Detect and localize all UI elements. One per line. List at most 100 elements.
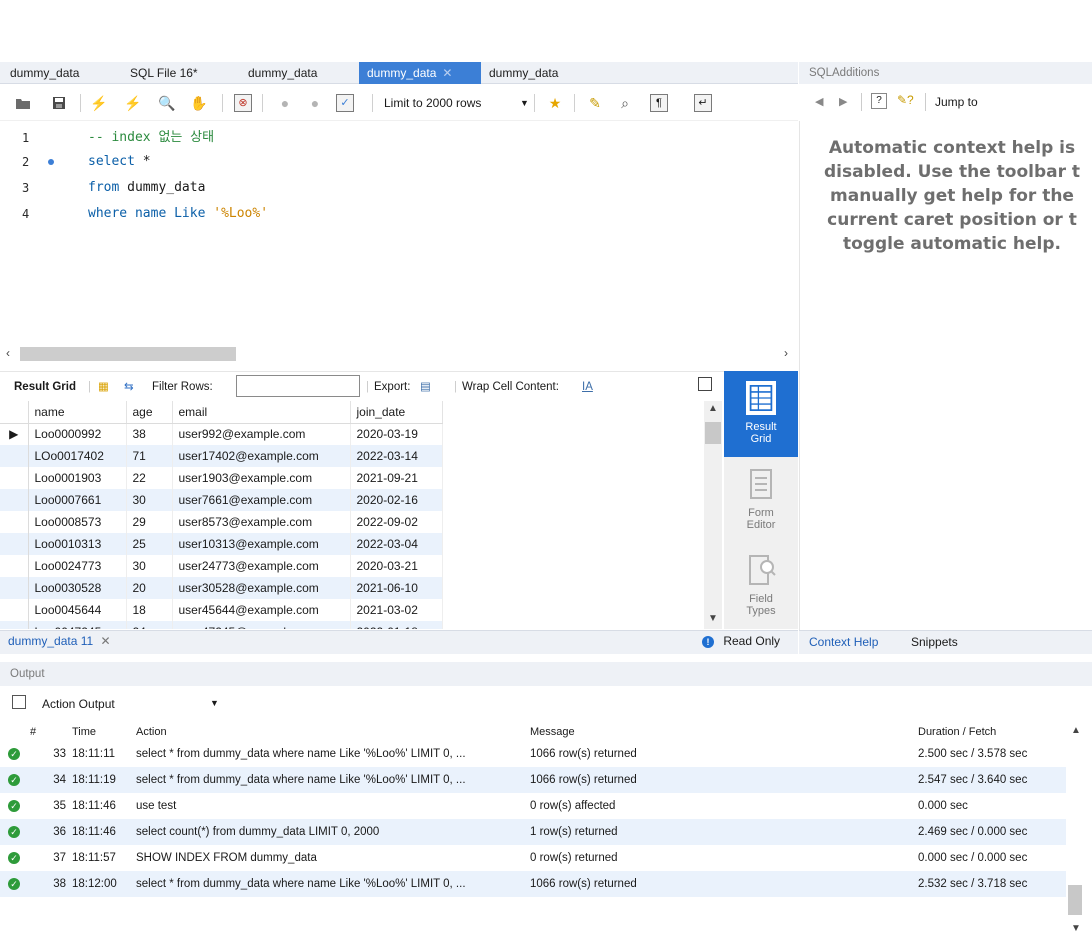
cell[interactable]: Loo0007661 xyxy=(28,489,127,511)
invisible-chars-icon[interactable]: ¶ xyxy=(650,94,668,112)
chevron-down-icon[interactable]: ▼ xyxy=(708,613,718,624)
beautify-icon[interactable]: ✎ xyxy=(586,94,604,112)
cell[interactable]: 71 xyxy=(126,445,173,467)
cell[interactable]: Loo0008573 xyxy=(28,511,127,533)
cell[interactable]: Loo0045644 xyxy=(28,599,127,621)
export-icon[interactable]: ▤ xyxy=(420,379,431,395)
result-grid-view-button[interactable]: Result Grid xyxy=(724,371,798,457)
table-row[interactable]: Loo0001903 22 user1903@example.com 2021-… xyxy=(0,467,443,489)
copy-icon[interactable] xyxy=(12,695,26,709)
chevron-left-icon[interactable]: ‹ xyxy=(6,346,10,360)
scrollbar-thumb[interactable] xyxy=(705,422,721,444)
forward-icon[interactable]: ▶ xyxy=(839,95,847,108)
column-header-time[interactable]: Time xyxy=(72,723,136,741)
cell[interactable]: 22 xyxy=(126,467,173,489)
cell[interactable]: 25 xyxy=(126,533,173,555)
editor-horizontal-scrollbar[interactable]: ‹ › xyxy=(0,344,798,364)
close-icon[interactable]: ✕ xyxy=(442,66,452,80)
cell[interactable]: Loo0024773 xyxy=(28,555,127,577)
cell[interactable]: 2021-09-21 xyxy=(350,467,443,489)
result-grid[interactable]: name age email join_date ▶ Loo0000992 38… xyxy=(0,401,704,629)
wrap-cell-icon[interactable]: IA xyxy=(582,379,593,395)
grid-view-icon[interactable]: ▦ xyxy=(98,379,109,395)
cell[interactable]: 2021-06-10 xyxy=(350,577,443,599)
output-type-select[interactable]: Action Output xyxy=(42,697,115,711)
chevron-up-icon[interactable]: ▲ xyxy=(708,403,718,414)
cell[interactable]: 38 xyxy=(126,423,173,445)
cell[interactable]: 2020-03-21 xyxy=(350,555,443,577)
output-row[interactable]: ✓ 38 18:12:00 select * from dummy_data w… xyxy=(0,871,1066,897)
editor-tab[interactable]: SQL File 16* xyxy=(122,62,206,84)
sql-editor[interactable]: 1 -- index 없는 상태 2 select * 3 from dummy… xyxy=(0,121,798,343)
find-icon[interactable]: ⌕ xyxy=(616,94,634,112)
filter-rows-input[interactable] xyxy=(236,375,360,397)
table-row[interactable]: Loo0008573 29 user8573@example.com 2022-… xyxy=(0,511,443,533)
column-header-name[interactable]: name xyxy=(28,401,127,424)
cell[interactable]: user17402@example.com xyxy=(172,445,351,467)
cell[interactable]: user47245@example.com xyxy=(172,621,351,629)
back-icon[interactable]: ◀ xyxy=(815,95,823,108)
output-vertical-scrollbar[interactable]: ▲ ▼ xyxy=(1066,723,1086,942)
cell[interactable]: 2022-09-02 xyxy=(350,511,443,533)
editor-tab-active[interactable]: dummy_data ✕ xyxy=(359,62,481,84)
cell[interactable]: 2020-03-19 xyxy=(350,423,443,445)
cell[interactable]: user24773@example.com xyxy=(172,555,351,577)
editor-tab[interactable]: dummy_data xyxy=(240,62,325,84)
cell[interactable]: user992@example.com xyxy=(172,423,351,445)
execute-current-icon[interactable]: ⚡ xyxy=(124,94,142,112)
result-tab[interactable]: dummy_data 11 ✕ xyxy=(8,634,111,648)
cell[interactable]: LOo0017402 xyxy=(28,445,127,467)
chevron-down-icon[interactable]: ▼ xyxy=(1071,923,1081,934)
explain-icon[interactable]: 🔍 xyxy=(158,94,176,112)
cell[interactable]: Loo0010313 xyxy=(28,533,127,555)
column-header-duration[interactable]: Duration / Fetch xyxy=(918,723,1066,741)
save-icon[interactable] xyxy=(50,94,68,112)
scrollbar-thumb[interactable] xyxy=(20,347,236,361)
cell[interactable]: user45644@example.com xyxy=(172,599,351,621)
grid-vertical-scrollbar[interactable]: ▲ ▼ xyxy=(704,401,722,629)
output-row[interactable]: ✓ 35 18:11:46 use test 0 row(s) affected… xyxy=(0,793,1066,819)
cell[interactable]: 2020-02-16 xyxy=(350,489,443,511)
table-row[interactable]: LOo0017402 71 user17402@example.com 2022… xyxy=(0,445,443,467)
column-header-join-date[interactable]: join_date xyxy=(350,401,443,424)
editor-tab[interactable]: dummy_data xyxy=(481,62,566,84)
cell[interactable]: 20 xyxy=(126,577,173,599)
cell[interactable]: 2022-03-04 xyxy=(350,533,443,555)
output-row[interactable]: ✓ 37 18:11:57 SHOW INDEX FROM dummy_data… xyxy=(0,845,1066,871)
chevron-right-icon[interactable]: › xyxy=(784,346,788,360)
table-row[interactable]: Loo0045644 18 user45644@example.com 2021… xyxy=(0,599,443,621)
stop-icon[interactable]: ✋ xyxy=(190,94,208,112)
cell[interactable]: user10313@example.com xyxy=(172,533,351,555)
table-row[interactable]: Loo0030528 20 user30528@example.com 2021… xyxy=(0,577,443,599)
cell[interactable]: user8573@example.com xyxy=(172,511,351,533)
table-row[interactable]: Loo0010313 25 user10313@example.com 2022… xyxy=(0,533,443,555)
cell[interactable]: 24 xyxy=(126,621,173,629)
cell[interactable]: Loo0001903 xyxy=(28,467,127,489)
column-header-number[interactable]: # xyxy=(30,723,72,741)
cell[interactable]: 2022-01-18 xyxy=(350,621,443,629)
chevron-down-icon[interactable]: ▼ xyxy=(520,94,529,112)
cell[interactable]: 18 xyxy=(126,599,173,621)
column-header-message[interactable]: Message xyxy=(530,723,918,741)
tab-snippets[interactable]: Snippets xyxy=(911,635,958,649)
cell[interactable]: user1903@example.com xyxy=(172,467,351,489)
cell[interactable]: user30528@example.com xyxy=(172,577,351,599)
column-header-age[interactable]: age xyxy=(126,401,173,424)
cell[interactable]: 29 xyxy=(126,511,173,533)
editor-tab[interactable]: dummy_data xyxy=(2,62,87,84)
table-row[interactable]: Loo0024773 30 user24773@example.com 2020… xyxy=(0,555,443,577)
cell[interactable]: 2022-03-14 xyxy=(350,445,443,467)
column-header-action[interactable]: Action xyxy=(136,723,530,741)
close-icon[interactable]: ✕ xyxy=(101,634,111,648)
sort-icon[interactable]: ⇆ xyxy=(124,379,134,395)
cell[interactable]: 2021-03-02 xyxy=(350,599,443,621)
add-snippet-icon[interactable]: ★ xyxy=(546,94,564,112)
cell[interactable]: Loo0000992 xyxy=(28,423,127,445)
rollback-icon[interactable]: ● xyxy=(306,94,324,112)
table-row[interactable]: Loo0007661 30 user7661@example.com 2020-… xyxy=(0,489,443,511)
cell[interactable]: Loo0030528 xyxy=(28,577,127,599)
wrap-lines-icon[interactable]: ↵ xyxy=(694,94,712,112)
commit-icon[interactable]: ● xyxy=(276,94,294,112)
jump-to-select[interactable]: Jump to xyxy=(935,95,978,109)
execute-icon[interactable]: ⚡ xyxy=(90,94,108,112)
